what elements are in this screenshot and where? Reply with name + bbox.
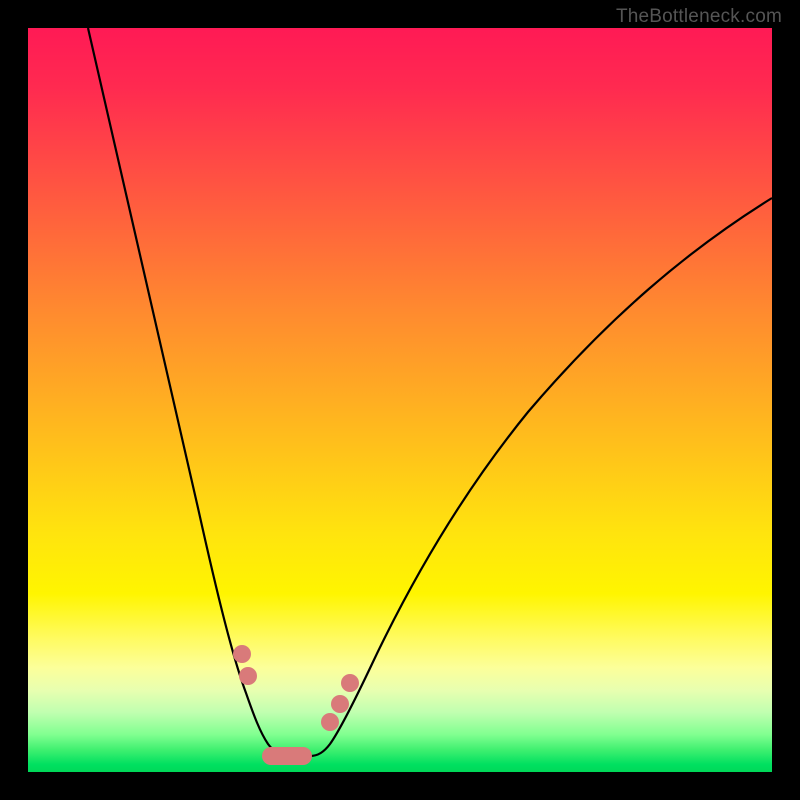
marker-right-3 xyxy=(341,674,359,692)
marker-right-1 xyxy=(321,713,339,731)
marker-right-2 xyxy=(331,695,349,713)
bottleneck-curve-line xyxy=(88,28,772,756)
watermark-text: TheBottleneck.com xyxy=(616,6,782,28)
chart-svg xyxy=(28,28,772,772)
chart-frame xyxy=(28,28,772,772)
marker-left-1 xyxy=(233,645,251,663)
marker-left-2 xyxy=(239,667,257,685)
marker-trough-bar xyxy=(262,747,312,765)
